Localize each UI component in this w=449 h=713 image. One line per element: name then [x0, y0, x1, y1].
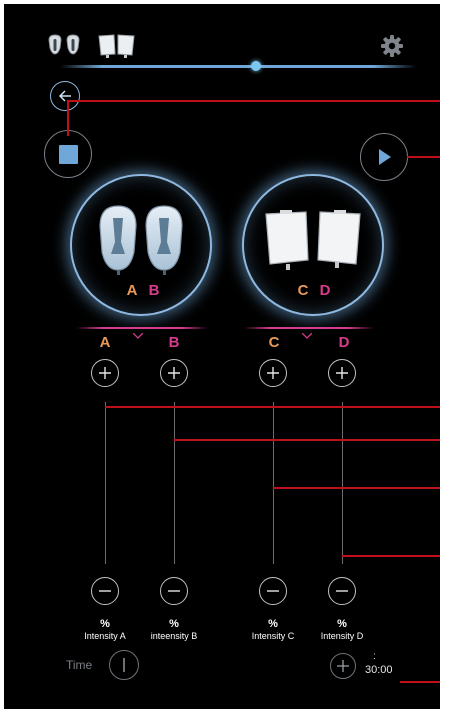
minus-icon — [168, 590, 180, 592]
minus-icon — [336, 590, 348, 592]
callout-line-time — [400, 681, 440, 683]
channel-b-letter: B — [168, 334, 180, 351]
gear-icon[interactable] — [380, 34, 404, 58]
channel-b-intensity-label: inteensity B — [150, 631, 198, 641]
channel-c-intensity-track[interactable] — [273, 402, 274, 564]
back-button[interactable] — [50, 81, 80, 111]
stop-button[interactable] — [44, 130, 92, 178]
callout-line-channel-a — [105, 406, 440, 408]
group-ab-letter-b: B — [148, 282, 160, 299]
channel-a-minus-button[interactable] — [91, 577, 119, 605]
plus-icon — [168, 367, 180, 379]
channel-c-minus-button[interactable] — [259, 577, 287, 605]
play-icon — [379, 149, 391, 165]
callout-line-channel-c — [273, 487, 440, 489]
large-pads-icon[interactable] — [96, 32, 138, 60]
channel-b-percent: % — [169, 618, 179, 630]
progress-knob[interactable] — [250, 61, 261, 71]
minus-icon — [99, 590, 111, 592]
time-label: Time — [66, 658, 93, 672]
channel-c-plus-button[interactable] — [259, 359, 287, 387]
electrode-group-ab[interactable]: A B — [70, 174, 212, 316]
callout-line-channel-d — [342, 555, 440, 557]
group-cd-letter-d: D — [319, 282, 331, 299]
time-value: 30:00 — [365, 664, 393, 676]
channel-c-letter: C — [268, 334, 280, 351]
group-cd-caret — [301, 326, 313, 339]
channel-d-plus-button[interactable] — [328, 359, 356, 387]
progress-track[interactable] — [60, 65, 416, 68]
callout-line-channel-b — [174, 439, 440, 441]
callout-line-stop — [67, 100, 440, 102]
channel-a-letter: A — [99, 334, 111, 351]
plus-icon — [267, 367, 279, 379]
electrode-group-cd[interactable]: C D — [242, 174, 384, 316]
channel-b-intensity-track[interactable] — [174, 402, 175, 564]
plus-icon — [99, 367, 111, 379]
stop-icon — [58, 144, 78, 164]
minus-vertical-icon — [123, 658, 125, 672]
callout-line-play — [407, 156, 440, 158]
channel-a-plus-button[interactable] — [91, 359, 119, 387]
group-ab-caret — [132, 326, 144, 339]
channel-b-minus-button[interactable] — [160, 577, 188, 605]
channel-b-plus-button[interactable] — [160, 359, 188, 387]
channel-a-percent: % — [100, 618, 110, 630]
channel-d-minus-button[interactable] — [328, 577, 356, 605]
channel-d-intensity-track[interactable] — [342, 402, 343, 564]
channel-d-percent: % — [337, 618, 347, 630]
time-colon: : — [373, 651, 376, 662]
channel-a-intensity-track[interactable] — [105, 402, 106, 564]
plus-icon — [337, 660, 349, 672]
small-pads-icon[interactable] — [46, 34, 84, 60]
app-screen: A B C D A B C D % % % % Intensity A inte… — [4, 4, 440, 709]
callout-line-stop-vertical — [67, 100, 69, 136]
time-decrease-button[interactable] — [109, 650, 139, 680]
channel-c-percent: % — [268, 618, 278, 630]
plus-icon — [336, 367, 348, 379]
minus-icon — [267, 590, 279, 592]
time-increase-button[interactable] — [330, 653, 356, 679]
channel-d-intensity-label: Intensity D — [320, 631, 364, 641]
channel-d-letter: D — [338, 334, 350, 351]
